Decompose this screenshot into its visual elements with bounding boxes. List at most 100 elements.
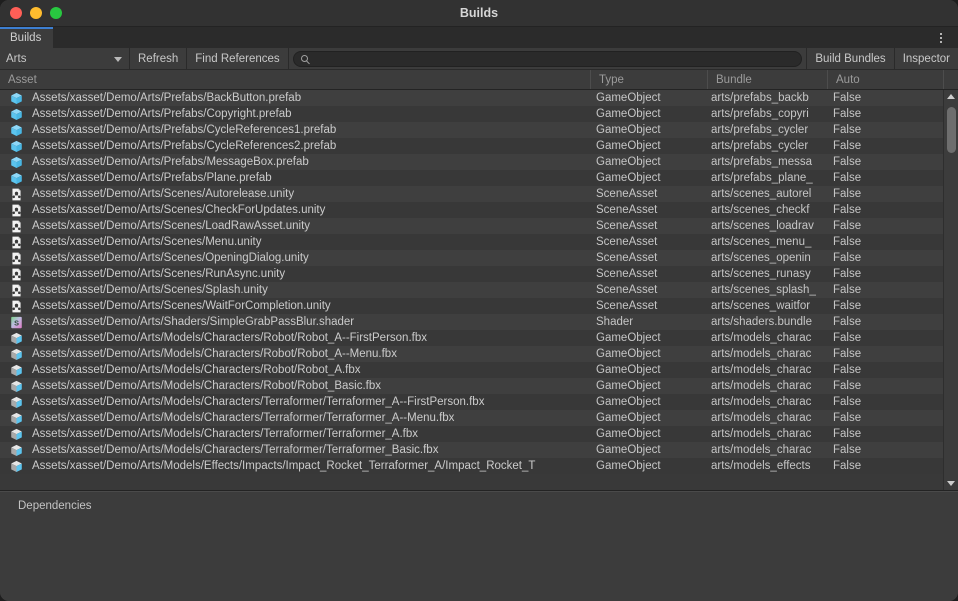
table-row[interactable]: Assets/xasset/Demo/Arts/Prefabs/BackButt… [0,90,943,106]
table-row[interactable]: Assets/xasset/Demo/Arts/Scenes/Menu.unit… [0,234,943,250]
column-header-auto[interactable]: Auto [827,70,943,89]
cell-auto: False [833,412,862,424]
column-header-asset[interactable]: Asset [0,70,590,89]
minimize-button[interactable] [30,7,42,19]
table-row[interactable]: Assets/xasset/Demo/Arts/Models/Character… [0,442,943,458]
model-icon [0,332,32,345]
prefab-icon [0,108,32,121]
cell-type: SceneAsset [596,188,658,200]
find-references-button[interactable]: Find References [187,48,289,69]
window-titlebar: Builds [0,0,958,27]
table-row[interactable]: Assets/xasset/Demo/Arts/Scenes/Autorelea… [0,186,943,202]
cell-auto: False [833,268,862,280]
dependencies-label: Dependencies [18,500,92,512]
table-row[interactable]: Assets/xasset/Demo/Arts/Scenes/OpeningDi… [0,250,943,266]
model-icon [0,396,32,409]
scene-icon [0,284,32,297]
traffic-light-buttons [0,7,62,19]
cell-auto: False [833,332,862,344]
group-dropdown[interactable]: Arts [0,48,130,69]
cell-type: GameObject [596,332,661,344]
table-row[interactable]: Assets/xasset/Demo/Arts/Models/Character… [0,394,943,410]
builds-window: Builds Builds Arts Refresh Find Referenc… [0,0,958,601]
table-row[interactable]: Assets/xasset/Demo/Arts/Models/Character… [0,378,943,394]
cell-bundle: arts/models_effects [711,460,811,472]
cell-asset: Assets/xasset/Demo/Arts/Models/Character… [32,364,361,376]
column-header-asset-label: Asset [8,73,37,86]
table-row[interactable]: Assets/xasset/Demo/Arts/Prefabs/Copyrigh… [0,106,943,122]
cell-type: GameObject [596,92,661,104]
cell-auto: False [833,124,862,136]
model-icon [0,364,32,377]
table-row[interactable]: S Assets/xasset/Demo/Arts/Shaders/SimpleG… [0,314,943,330]
refresh-button-label: Refresh [138,52,179,65]
cell-bundle: arts/scenes_checkf [711,204,810,216]
column-header-bundle-label: Bundle [716,73,752,86]
scene-icon [0,204,32,217]
find-references-button-label: Find References [195,52,280,65]
table-row[interactable]: Assets/xasset/Demo/Arts/Scenes/WaitForCo… [0,298,943,314]
column-header-auto-label: Auto [836,73,860,86]
table-row[interactable]: Assets/xasset/Demo/Arts/Scenes/RunAsync.… [0,266,943,282]
scroll-down-arrow[interactable] [944,477,958,490]
inspector-button-label: Inspector [902,52,950,65]
cell-asset: Assets/xasset/Demo/Arts/Models/Character… [32,412,455,424]
zoom-button[interactable] [50,7,62,19]
table-row[interactable]: Assets/xasset/Demo/Arts/Models/Effects/I… [0,458,943,474]
scroll-track[interactable] [944,103,958,477]
cell-type: GameObject [596,108,661,120]
table-row[interactable]: Assets/xasset/Demo/Arts/Prefabs/MessageB… [0,154,943,170]
close-button[interactable] [10,7,22,19]
tab-strip: Builds [0,27,958,48]
column-header-bundle[interactable]: Bundle [707,70,827,89]
cell-auto: False [833,428,862,440]
vertical-scrollbar[interactable] [943,90,958,490]
cell-bundle: arts/models_charac [711,332,812,344]
scene-icon [0,300,32,313]
tab-builds[interactable]: Builds [0,27,54,48]
table-row[interactable]: Assets/xasset/Demo/Arts/Models/Character… [0,330,943,346]
search-box[interactable] [292,50,803,67]
cell-bundle: arts/models_charac [711,348,812,360]
cell-asset: Assets/xasset/Demo/Arts/Scenes/Menu.unit… [32,236,262,248]
table-row[interactable]: Assets/xasset/Demo/Arts/Models/Character… [0,410,943,426]
cell-type: SceneAsset [596,220,658,232]
cell-auto: False [833,156,862,168]
cell-type: SceneAsset [596,300,658,312]
cell-asset: Assets/xasset/Demo/Arts/Models/Character… [32,444,439,456]
column-header-type[interactable]: Type [590,70,707,89]
table-row[interactable]: Assets/xasset/Demo/Arts/Scenes/CheckForU… [0,202,943,218]
table-row[interactable]: Assets/xasset/Demo/Arts/Prefabs/CycleRef… [0,138,943,154]
prefab-icon [0,172,32,185]
refresh-button[interactable]: Refresh [130,48,188,69]
cell-type: GameObject [596,156,661,168]
search-input[interactable] [307,52,795,65]
shader-icon: S [0,316,32,329]
cell-auto: False [833,364,862,376]
cell-asset: Assets/xasset/Demo/Arts/Scenes/CheckForU… [32,204,326,216]
model-icon [0,428,32,441]
cell-auto: False [833,396,862,408]
scroll-thumb[interactable] [946,107,956,153]
cell-asset: Assets/xasset/Demo/Arts/Prefabs/Copyrigh… [32,108,292,120]
build-bundles-button[interactable]: Build Bundles [807,48,895,69]
scene-icon [0,236,32,249]
cell-auto: False [833,380,862,392]
table-row[interactable]: Assets/xasset/Demo/Arts/Models/Character… [0,362,943,378]
cell-bundle: arts/models_charac [711,364,812,376]
scroll-up-arrow[interactable] [944,90,958,103]
inspector-button[interactable]: Inspector [894,48,958,69]
table-row[interactable]: Assets/xasset/Demo/Arts/Scenes/LoadRawAs… [0,218,943,234]
cell-type: Shader [596,316,634,328]
table-row[interactable]: Assets/xasset/Demo/Arts/Models/Character… [0,426,943,442]
cell-bundle: arts/scenes_loadrav [711,220,814,232]
cell-asset: Assets/xasset/Demo/Arts/Scenes/OpeningDi… [32,252,309,264]
dependencies-panel: Dependencies [0,491,958,601]
table-row[interactable]: Assets/xasset/Demo/Arts/Prefabs/CycleRef… [0,122,943,138]
table-row[interactable]: Assets/xasset/Demo/Arts/Models/Character… [0,346,943,362]
kebab-vertical-icon[interactable] [930,27,952,48]
table-row[interactable]: Assets/xasset/Demo/Arts/Prefabs/Plane.pr… [0,170,943,186]
table-row[interactable]: Assets/xasset/Demo/Arts/Scenes/Splash.un… [0,282,943,298]
cell-type: GameObject [596,428,661,440]
asset-list[interactable]: Assets/xasset/Demo/Arts/Prefabs/BackButt… [0,90,943,490]
